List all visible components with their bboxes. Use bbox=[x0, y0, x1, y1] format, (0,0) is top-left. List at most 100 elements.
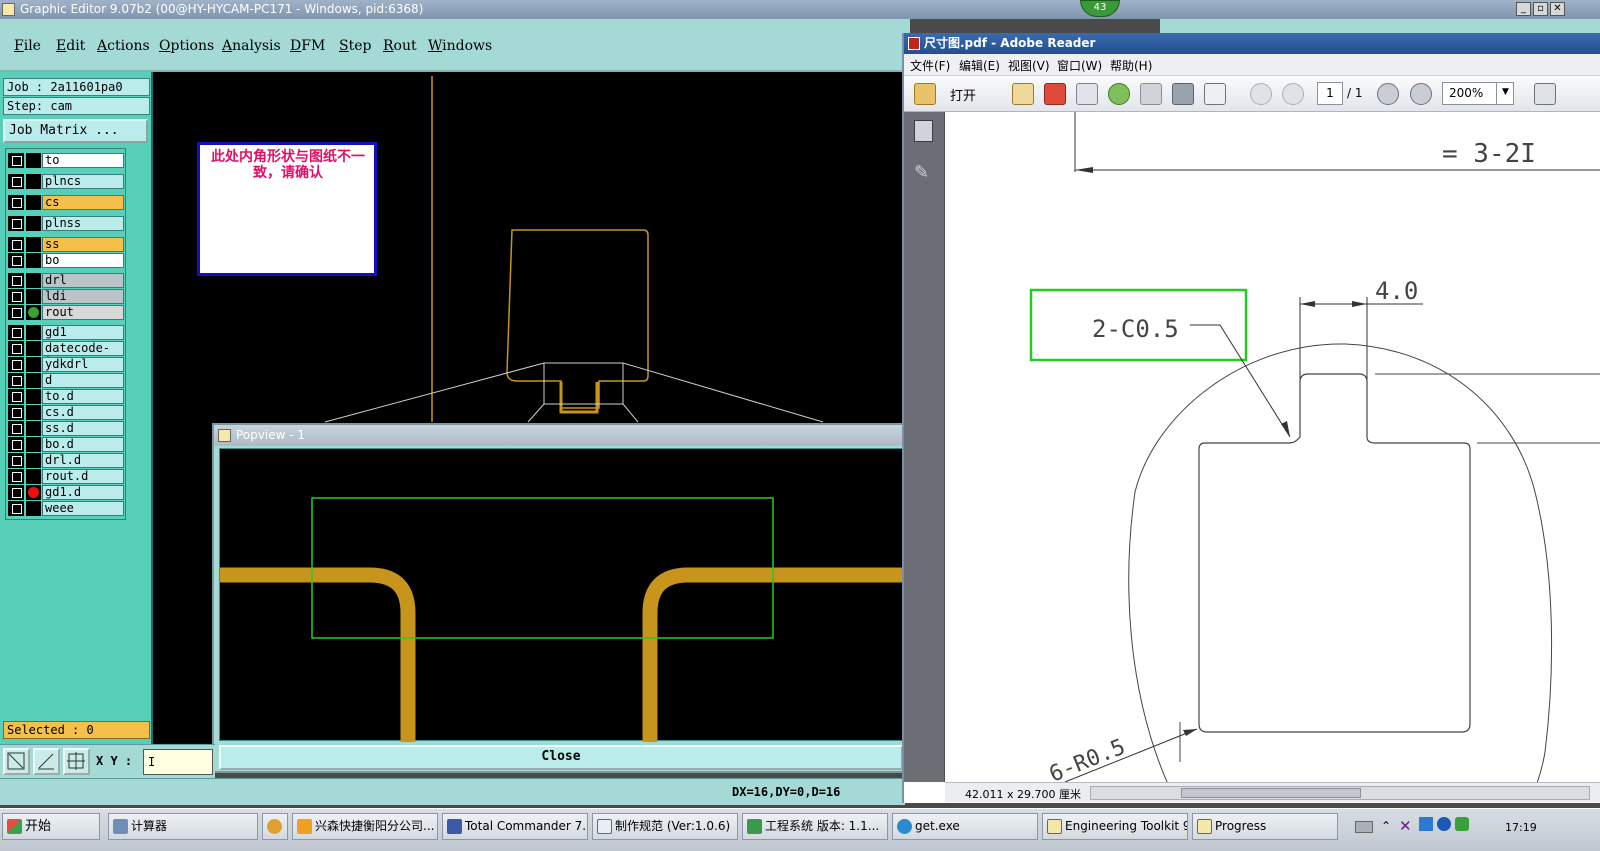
layer-name[interactable]: ldi bbox=[42, 289, 124, 304]
graphic-editor-titlebar[interactable]: Graphic Editor 9.07b2 (00@HY-HYCAM-PC171… bbox=[0, 0, 1600, 19]
layer-name[interactable]: gd1 bbox=[42, 325, 124, 340]
layer-name[interactable]: ydkdrl bbox=[42, 357, 124, 372]
layer-name[interactable]: plnss bbox=[42, 216, 124, 231]
reader-menu-window[interactable]: 窗口(W) bbox=[1057, 57, 1102, 74]
grid-snap-tool[interactable] bbox=[63, 748, 90, 775]
save-icon[interactable] bbox=[1140, 83, 1162, 105]
menu-dfm[interactable]: DFM bbox=[290, 38, 325, 54]
reader-menu-edit[interactable]: 编辑(E) bbox=[959, 57, 1000, 74]
zoom-window-tool[interactable] bbox=[3, 748, 30, 775]
menu-actions[interactable]: Actions bbox=[97, 38, 150, 54]
layer-name[interactable]: drl bbox=[42, 273, 124, 288]
layer-row-ss.d[interactable]: ss.d bbox=[8, 421, 124, 436]
layer-row-to[interactable]: to bbox=[8, 153, 124, 168]
create-pdf-icon[interactable] bbox=[1012, 83, 1034, 105]
layer-name[interactable]: cs.d bbox=[42, 405, 124, 420]
layer-checkbox[interactable] bbox=[8, 273, 24, 288]
layer-name[interactable]: weee bbox=[42, 501, 124, 516]
layer-checkbox[interactable] bbox=[8, 237, 24, 252]
layer-row-ydkdrl[interactable]: ydkdrl bbox=[8, 357, 124, 372]
layer-name[interactable]: cs bbox=[42, 195, 124, 210]
layer-checkbox[interactable] bbox=[8, 153, 24, 168]
layer-checkbox[interactable] bbox=[8, 195, 24, 210]
layer-checkbox[interactable] bbox=[8, 389, 24, 404]
annotation-note[interactable]: 此处内角形状与图纸不一致，请确认 bbox=[197, 142, 377, 276]
layer-name[interactable]: bo bbox=[42, 253, 124, 268]
layer-name[interactable]: ss bbox=[42, 237, 124, 252]
layer-checkbox[interactable] bbox=[8, 421, 24, 436]
layer-checkbox[interactable] bbox=[8, 437, 24, 452]
measure-tool[interactable] bbox=[33, 748, 60, 775]
layer-row-gd1.d[interactable]: gd1.d bbox=[8, 485, 124, 500]
close-button[interactable]: ✕ bbox=[1550, 2, 1565, 16]
export-pdf-icon[interactable] bbox=[1044, 83, 1066, 105]
edit-pdf-icon[interactable] bbox=[1076, 83, 1098, 105]
layer-name[interactable]: to.d bbox=[42, 389, 124, 404]
layer-checkbox[interactable] bbox=[8, 253, 24, 268]
layer-name[interactable]: d bbox=[42, 373, 124, 388]
layer-checkbox[interactable] bbox=[8, 453, 24, 468]
layer-row-datecode-to[interactable]: datecode-to bbox=[8, 341, 124, 368]
start-button[interactable]: 开始 bbox=[2, 813, 100, 840]
menu-options[interactable]: Options bbox=[159, 38, 214, 54]
layer-row-rout.d[interactable]: rout.d bbox=[8, 469, 124, 484]
layer-checkbox[interactable] bbox=[8, 469, 24, 484]
pdf-document-view[interactable]: = 3-2I 4.0 2-C0.5 6-R0.5 bbox=[945, 112, 1600, 782]
layer-row-weee[interactable]: weee bbox=[8, 501, 124, 516]
x-app-icon[interactable]: ✕ bbox=[1399, 817, 1412, 835]
previous-page-icon[interactable] bbox=[1250, 83, 1272, 105]
reader-menu-file[interactable]: 文件(F) bbox=[910, 57, 950, 74]
xy-input[interactable]: I bbox=[143, 749, 213, 775]
reader-titlebar[interactable]: 尺寸图.pdf - Adobe Reader bbox=[904, 33, 1600, 54]
layer-name[interactable]: ss.d bbox=[42, 421, 124, 436]
chevron-up-icon[interactable]: ⌃ bbox=[1381, 819, 1391, 833]
layer-row-plnss[interactable]: plnss bbox=[8, 216, 124, 231]
menu-step[interactable]: Step bbox=[339, 38, 371, 54]
layer-row-bo[interactable]: bo bbox=[8, 253, 124, 268]
adobe-reader-window[interactable]: 尺寸图.pdf - Adobe Reader 文件(F) 编辑(E) 视图(V)… bbox=[902, 33, 1600, 803]
keyboard-icon[interactable] bbox=[1355, 821, 1373, 833]
email-icon[interactable] bbox=[1204, 83, 1226, 105]
network-icon[interactable] bbox=[1419, 817, 1433, 831]
scrollbar-thumb[interactable] bbox=[1181, 788, 1361, 798]
layer-checkbox[interactable] bbox=[8, 174, 24, 189]
layer-name[interactable]: to bbox=[42, 153, 124, 168]
taskbar-item-engineering-system[interactable]: 工程系统 版本: 1.1... bbox=[742, 813, 888, 840]
layer-name[interactable]: rout bbox=[42, 305, 124, 320]
taskbar-item-engineering-toolkit[interactable]: Engineering Toolkit 9.0... bbox=[1042, 813, 1188, 840]
layer-row-ss[interactable]: ss bbox=[8, 237, 124, 252]
menu-edit[interactable]: Edit bbox=[56, 38, 85, 54]
layer-row-bo.d[interactable]: bo.d bbox=[8, 437, 124, 452]
taskbar-item-spec[interactable]: 制作规范 (Ver:1.0.6) bbox=[592, 813, 738, 840]
next-page-icon[interactable] bbox=[1282, 83, 1304, 105]
taskbar-item-total-commander[interactable]: Total Commander 7.0 ... bbox=[442, 813, 588, 840]
popview-canvas[interactable] bbox=[219, 448, 904, 742]
reader-menu-help[interactable]: 帮助(H) bbox=[1110, 57, 1152, 74]
taskbar-item-company[interactable]: 兴森快捷衡阳分公司... bbox=[292, 813, 438, 840]
layer-checkbox[interactable] bbox=[8, 289, 24, 304]
layer-row-d[interactable]: d bbox=[8, 373, 124, 388]
layer-name[interactable]: rout.d bbox=[42, 469, 124, 484]
menu-file[interactable]: File bbox=[14, 38, 41, 54]
menu-analysis[interactable]: Analysis bbox=[222, 38, 281, 54]
fullscreen-icon[interactable] bbox=[1534, 83, 1556, 105]
horizontal-scrollbar[interactable] bbox=[1090, 786, 1590, 800]
job-matrix-button[interactable]: Job Matrix ... bbox=[3, 119, 148, 143]
attachment-icon[interactable]: ✎ bbox=[914, 162, 933, 184]
menu-rout[interactable]: Rout bbox=[383, 38, 417, 54]
upload-icon[interactable] bbox=[1108, 83, 1130, 105]
taskbar-item-browser[interactable] bbox=[262, 813, 288, 840]
popview-close-button[interactable]: Close bbox=[219, 745, 903, 770]
layer-checkbox[interactable] bbox=[8, 216, 24, 231]
print-icon[interactable] bbox=[1172, 83, 1194, 105]
taskbar-item-calculator[interactable]: 计算器 bbox=[108, 813, 258, 840]
taskbar-item-get-exe[interactable]: get.exe bbox=[892, 813, 1038, 840]
menu-windows[interactable]: Windows bbox=[428, 38, 492, 54]
layer-checkbox[interactable] bbox=[8, 485, 24, 500]
layer-row-ldi[interactable]: ldi bbox=[8, 289, 124, 304]
chevron-down-icon[interactable]: ▼ bbox=[1496, 82, 1514, 105]
pages-thumbnail-icon[interactable] bbox=[914, 120, 933, 142]
layer-checkbox[interactable] bbox=[8, 405, 24, 420]
layer-checkbox[interactable] bbox=[8, 305, 24, 320]
popview-window[interactable]: Popview - 1 Close bbox=[212, 423, 905, 773]
